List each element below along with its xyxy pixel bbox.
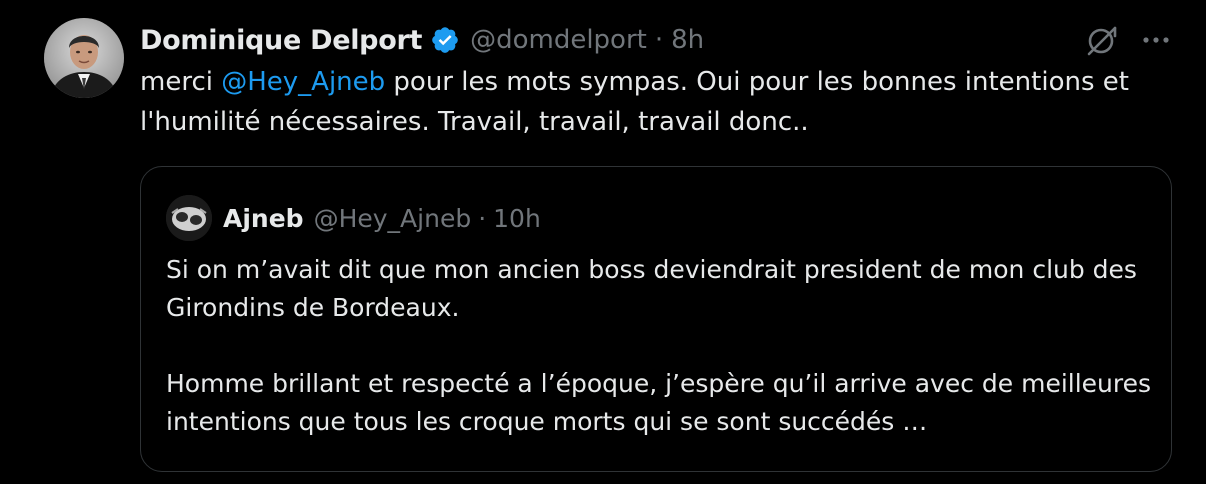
avatar-portrait-icon (44, 18, 124, 98)
avatar-logo-icon (166, 195, 212, 241)
timestamp[interactable]: 8h (671, 25, 704, 55)
quoted-author-name[interactable]: Ajneb (223, 204, 304, 233)
verified-badge-icon[interactable] (430, 25, 460, 55)
more-options-icon[interactable] (1138, 24, 1174, 56)
quoted-paragraph-1: Si on m’avait dit que mon ancien boss de… (166, 255, 1137, 322)
quoted-author-handle[interactable]: @Hey_Ajneb (314, 204, 472, 233)
tweet-header: Dominique Delport @domdelport · 8h (140, 20, 704, 60)
quoted-paragraph-2: Homme brillant et respecté a l’époque, j… (166, 369, 1152, 436)
quoted-timestamp[interactable]: 10h (493, 204, 541, 233)
separator-dot: · (654, 25, 664, 55)
quoted-tweet-header: Ajneb @Hey_Ajneb · 10h (223, 199, 541, 237)
quoted-tweet[interactable]: Ajneb @Hey_Ajneb · 10h Si on m’avait dit… (140, 166, 1172, 472)
quoted-author-avatar[interactable] (166, 195, 212, 241)
author-name[interactable]: Dominique Delport (140, 25, 422, 56)
tweet-text: merci @Hey_Ajneb pour les mots sympas. O… (140, 62, 1180, 142)
author-handle[interactable]: @domdelport (470, 25, 647, 55)
author-avatar[interactable] (44, 18, 124, 98)
mention-link[interactable]: @Hey_Ajneb (221, 67, 385, 97)
quoted-separator-dot: · (478, 203, 487, 233)
tweet[interactable]: Dominique Delport @domdelport · 8h merci… (0, 0, 1206, 484)
quoted-tweet-text: Si on m’avait dit que mon ancien boss de… (166, 251, 1156, 441)
grok-icon[interactable] (1084, 22, 1120, 58)
tweet-text-start: merci (140, 67, 222, 97)
